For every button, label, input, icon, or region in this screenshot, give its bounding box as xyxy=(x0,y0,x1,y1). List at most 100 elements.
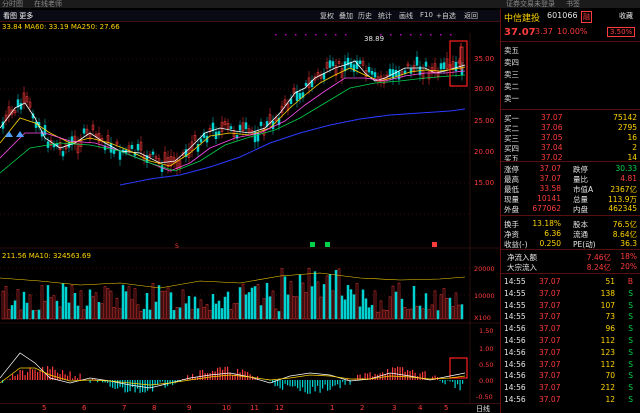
macd-bar xyxy=(412,369,414,380)
kline-chart[interactable]: 38.89 S 35.00 30.00 25.00 20.00 15.00 20… xyxy=(0,33,500,403)
volume-bar xyxy=(328,274,332,320)
volume-bar xyxy=(373,290,377,320)
macd-bar xyxy=(209,373,211,380)
toolbar-stats-button[interactable]: 统计 xyxy=(378,11,392,21)
tick-row: 14:56 37.07 112 S xyxy=(501,360,640,370)
macd-bar xyxy=(47,366,49,380)
volume-bar xyxy=(7,309,11,320)
volume-bar xyxy=(232,303,236,320)
volume-bar xyxy=(430,304,434,320)
stat-value: 6.36 xyxy=(544,229,561,238)
candle-body xyxy=(112,149,116,154)
macd-bar xyxy=(19,369,21,380)
macd-bar xyxy=(39,370,41,380)
bid-level-row: 买三 37.05 16 xyxy=(501,133,640,143)
volume-bar xyxy=(406,309,410,320)
macd-bar xyxy=(37,371,39,380)
top-left-item-1[interactable]: 分时图 xyxy=(2,0,23,9)
ask-level-row: 卖五 xyxy=(501,45,640,55)
volume-bar xyxy=(412,285,416,320)
ask-level-label: 卖一 xyxy=(504,94,519,103)
volume-bar xyxy=(358,306,362,320)
volume-bar xyxy=(64,286,68,320)
macd-bar xyxy=(54,369,56,380)
toolbar-overlay-button[interactable]: 叠加 xyxy=(339,11,353,21)
volume-bar xyxy=(52,295,56,320)
candle-body xyxy=(343,61,347,72)
macd-bar xyxy=(319,380,321,393)
bid-level-label: 买五 xyxy=(504,154,519,163)
macd-bar xyxy=(124,380,126,393)
macd-bar xyxy=(32,369,34,380)
toolbar-fq-button[interactable]: 复权 xyxy=(320,11,334,21)
stat-row: 外盘 677062 内盘 462345 xyxy=(501,204,640,214)
volume-bar xyxy=(319,296,323,320)
macd-bar xyxy=(162,380,164,382)
stat-value: 30.33 xyxy=(615,164,637,173)
toolbar-draw-button[interactable]: 画线 xyxy=(399,11,413,21)
macd-bar xyxy=(444,380,446,385)
macd-bar xyxy=(152,380,154,392)
tick-direction: S xyxy=(628,359,633,369)
bid-level-row: 买四 37.04 2 xyxy=(501,143,640,153)
volume-bar xyxy=(223,296,227,320)
macd-bar xyxy=(344,380,346,385)
volume-bar xyxy=(409,308,413,320)
stock-app: 分时图 在线老师 证券交易未登录 书签 看图 更多 复权 叠加 历史 统计 画线… xyxy=(0,0,640,413)
toolbar-history-button[interactable]: 历史 xyxy=(358,11,372,21)
flow-value: 8.24亿 xyxy=(586,263,611,272)
tick-time: 14:56 xyxy=(504,383,526,393)
top-left-item-2[interactable]: 在线老师 xyxy=(34,0,62,9)
volume-bar xyxy=(250,287,254,320)
time-tick: 11 xyxy=(250,404,259,412)
volume-bar xyxy=(313,271,317,320)
volume-bar xyxy=(199,299,203,320)
toolbar-f10-button[interactable]: F10 xyxy=(420,11,433,19)
current-price: 37.07 xyxy=(504,27,536,38)
tick-time: 14:55 xyxy=(504,312,526,322)
bid-level-row: 买一 37.07 75142 xyxy=(501,113,640,123)
volume-bar xyxy=(214,303,218,320)
macd-bar xyxy=(142,380,144,393)
volume-bar xyxy=(49,297,53,320)
candle-body xyxy=(370,70,374,75)
volume-bar xyxy=(43,300,47,320)
volume-bar xyxy=(337,268,341,320)
tick-row: 14:55 37.07 107 S xyxy=(501,301,640,311)
volume-bar xyxy=(286,294,290,320)
login-status[interactable]: 证券交易未登录 xyxy=(506,0,555,9)
ma-values: 33.84 MA60: 33.19 MA250: 27.66 xyxy=(2,23,120,31)
price-axis-tick: 35.00 xyxy=(474,55,494,63)
margin-tag: 融 xyxy=(581,11,592,23)
period-selector[interactable]: 日线 xyxy=(476,404,490,413)
candle-body xyxy=(409,68,413,74)
macd-bar xyxy=(22,370,24,380)
macd-bar xyxy=(187,375,189,380)
tick-row: 14:56 37.07 70 S xyxy=(501,371,640,381)
favorite-button[interactable]: 收藏 xyxy=(619,11,633,21)
bid-level-volume: 75142 xyxy=(613,113,637,122)
volume-bar xyxy=(1,290,5,320)
macd-axis-tick: 0.50 xyxy=(479,361,493,369)
tick-time: 14:55 xyxy=(504,288,526,298)
macd-axis-tick: -0.50 xyxy=(476,393,493,401)
volume-bar xyxy=(211,294,215,320)
tick-volume: 70 xyxy=(605,371,615,381)
stock-menu-label[interactable]: 看图 更多 xyxy=(3,11,33,21)
volume-axis-tick: 20000 xyxy=(474,265,495,273)
stat-value: 4.81 xyxy=(620,174,637,183)
toolbar-add-favorite-button[interactable]: +自选 xyxy=(436,11,456,21)
macd-axis-tick: 1.00 xyxy=(479,345,493,353)
volume-bar xyxy=(298,274,302,320)
tick-direction: S xyxy=(628,347,633,357)
macd-bar xyxy=(312,380,314,387)
volume-bar xyxy=(334,269,338,320)
volume-bar xyxy=(436,310,440,320)
volume-bar xyxy=(196,308,200,320)
stock-code: 601066 xyxy=(547,11,578,20)
macd-bar xyxy=(337,380,339,385)
ma30-line xyxy=(0,74,466,174)
bookmark-link[interactable]: 书签 xyxy=(566,0,580,9)
toolbar-back-button[interactable]: 返回 xyxy=(464,11,478,21)
candle-body xyxy=(151,151,155,155)
